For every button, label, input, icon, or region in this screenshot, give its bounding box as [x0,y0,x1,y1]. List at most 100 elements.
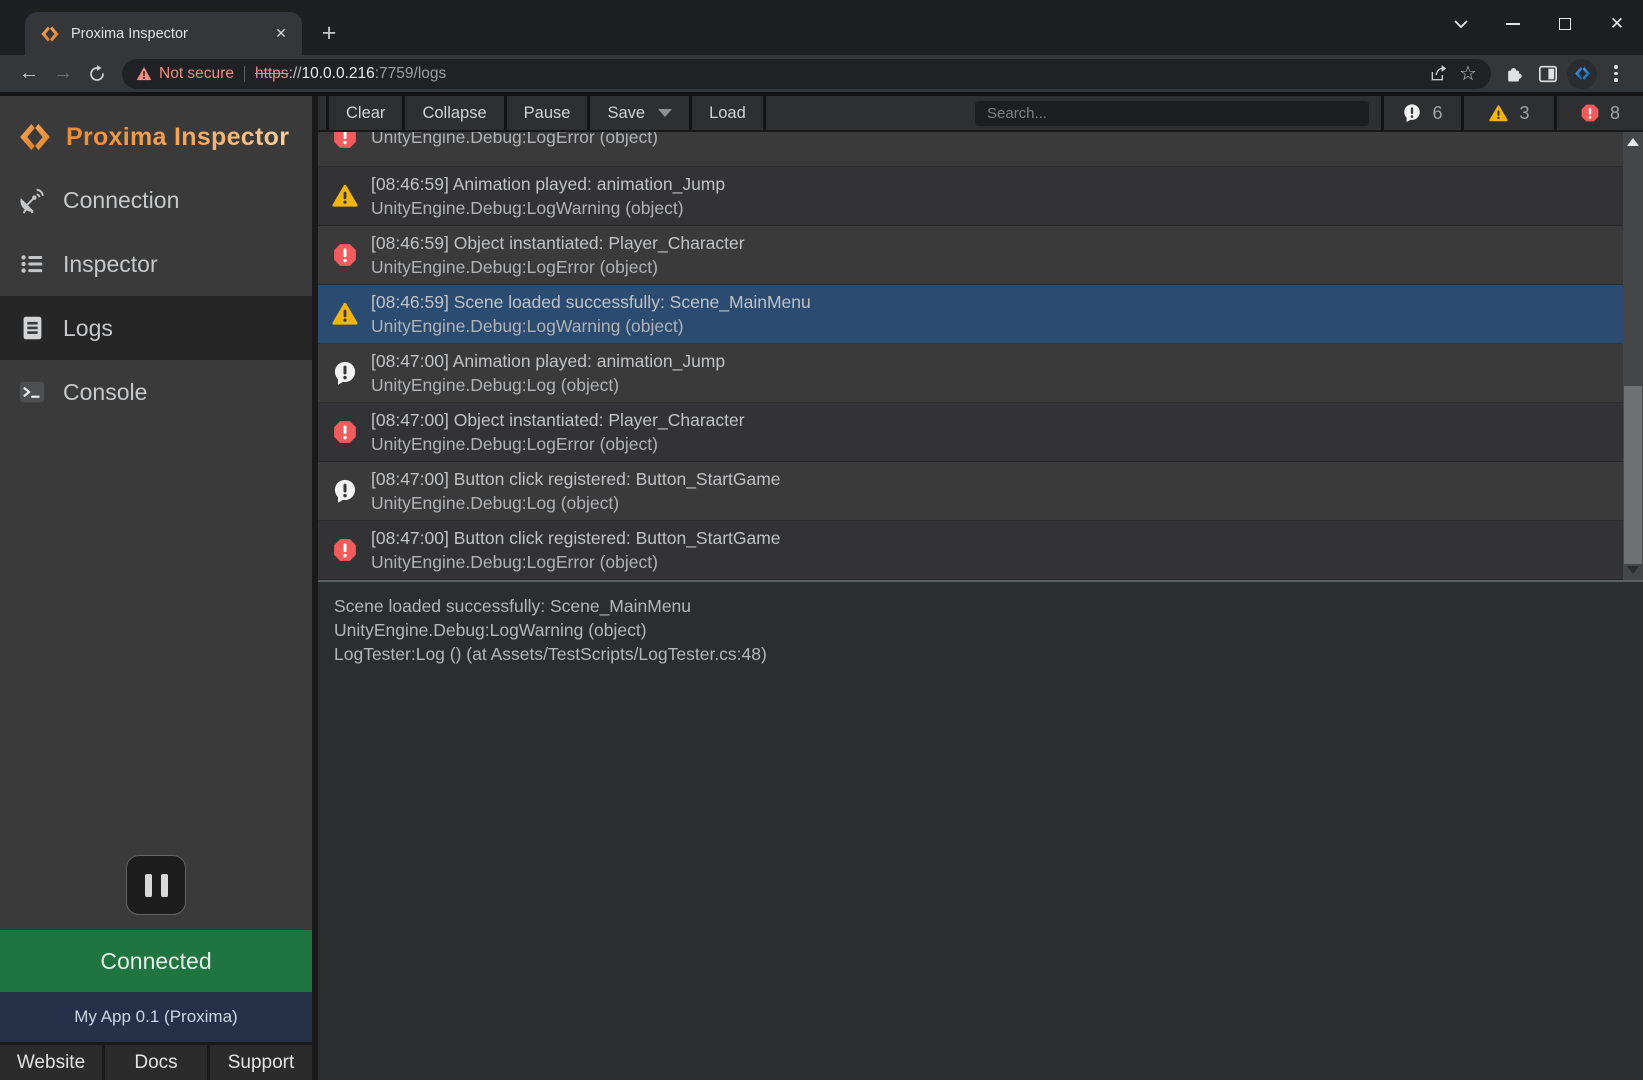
scroll-down-arrow-icon[interactable] [1627,566,1639,574]
log-text: UnityEngine.Debug:LogError (object) [371,132,658,149]
connection-status-badge: Connected [0,930,312,992]
log-message: [08:46:59] Animation played: animation_J… [371,172,725,196]
log-row[interactable]: [08:46:59] Animation played: animation_J… [318,167,1623,226]
scrollbar-thumb[interactable] [1624,386,1642,564]
extensions-button[interactable] [1497,59,1531,89]
error-count: 8 [1610,103,1620,124]
log-stacktrace: UnityEngine.Debug:LogError (object) [371,255,745,279]
not-secure-icon [136,66,152,81]
url-separator: :// [289,65,302,82]
collapse-button[interactable]: Collapse [405,96,503,130]
puzzle-icon [1504,64,1524,84]
sidebar-item-inspector[interactable]: Inspector [0,232,312,296]
detail-line: LogTester:Log () (at Assets/TestScripts/… [334,642,1627,666]
pause-icon [145,874,152,897]
url-host: 10.0.0.216 [301,65,374,82]
info-bubble-icon [332,478,358,504]
search-area [975,96,1381,130]
search-input[interactable] [975,101,1369,126]
reload-button[interactable] [80,59,114,89]
log-row[interactable]: UnityEngine.Debug:LogError (object) [318,132,1623,167]
url-text: https://10.0.0.216:7759/logs [255,65,1423,83]
info-count: 6 [1432,103,1442,124]
back-button[interactable]: ← [12,59,46,89]
minimize-button[interactable] [1487,0,1539,48]
forward-button[interactable]: → [46,59,80,89]
clear-button[interactable]: Clear [329,96,402,130]
sidebar-item-console[interactable]: Console [0,360,312,424]
log-message: [08:47:00] Button click registered: Butt… [371,467,781,491]
load-button[interactable]: Load [692,96,763,130]
detail-line: Scene loaded successfully: Scene_MainMen… [334,594,1627,618]
address-bar: ← → Not secure https://10.0.0.216:7759/l… [0,55,1643,92]
error-octagon-icon [332,419,358,445]
tab-close-icon[interactable]: ✕ [270,23,292,45]
docs-link[interactable]: Docs [105,1045,207,1080]
sidebar-item-label: Logs [63,315,113,342]
logs-page: Clear Collapse Pause Save Load [318,96,1643,1080]
sidebar-item-connection[interactable]: Connection [0,168,312,232]
log-text: [08:47:00] Button click registered: Butt… [371,467,781,515]
support-link[interactable]: Support [210,1045,312,1080]
browser-window: Proxima Inspector ✕ + ✕ ← → [0,0,1643,1080]
warning-triangle-icon [332,183,358,209]
profile-diamond-icon [1573,64,1592,83]
profile-avatar[interactable] [1565,59,1599,89]
document-icon [17,313,47,343]
pause-logs-button[interactable]: Pause [507,96,588,130]
log-stacktrace: UnityEngine.Debug:Log (object) [371,373,725,397]
info-count-filter[interactable]: 6 [1384,96,1461,130]
log-message: [08:46:59] Object instantiated: Player_C… [371,231,745,255]
website-link[interactable]: Website [0,1045,102,1080]
reload-icon [88,65,106,83]
log-row[interactable]: [08:46:59] Object instantiated: Player_C… [318,226,1623,285]
log-stacktrace: UnityEngine.Debug:LogWarning (object) [371,196,725,220]
kebab-menu-icon [1614,65,1618,82]
log-row[interactable]: [08:46:59] Scene loaded successfully: Sc… [318,285,1623,344]
log-stacktrace: UnityEngine.Debug:Log (object) [371,491,781,515]
close-window-button[interactable]: ✕ [1591,0,1643,48]
log-scrollbar[interactable] [1623,132,1643,580]
log-stacktrace: UnityEngine.Debug:LogError (object) [371,432,745,456]
pause-stream-button[interactable] [126,855,186,915]
side-panel-button[interactable] [1531,59,1565,89]
new-tab-button[interactable]: + [313,17,345,49]
sidebar-spacer [0,424,312,855]
log-message: [08:47:00] Button click registered: Butt… [371,526,781,550]
warning-count-filter[interactable]: 3 [1464,96,1554,130]
save-button[interactable]: Save [590,96,689,130]
sidebar-item-label: Connection [63,187,179,214]
log-message: [08:47:00] Animation played: animation_J… [371,349,725,373]
log-text: [08:46:59] Animation played: animation_J… [371,172,725,220]
avatar [1567,59,1597,89]
side-panel-icon [1538,65,1558,83]
log-row[interactable]: [08:47:00] Button click registered: Butt… [318,462,1623,521]
url-path: :7759/logs [375,65,447,82]
log-row[interactable]: [08:47:00] Object instantiated: Player_C… [318,403,1623,462]
window-controls: ✕ [1435,0,1643,48]
share-button[interactable] [1423,60,1453,88]
omnibox-divider [244,66,245,82]
error-octagon-icon [1580,103,1600,123]
error-count-filter[interactable]: 8 [1557,96,1643,130]
bookmark-star-button[interactable]: ☆ [1453,60,1483,88]
save-dropdown-caret-icon[interactable] [658,109,672,117]
error-octagon-icon [332,537,358,563]
proxima-logo-icon [16,118,54,156]
log-row[interactable]: [08:47:00] Button click registered: Butt… [318,521,1623,580]
tab-search-chevron-icon[interactable] [1435,0,1487,48]
not-secure-label[interactable]: Not secure [159,65,234,83]
error-octagon-icon [332,242,358,268]
maximize-button[interactable] [1539,0,1591,48]
app-logo: Proxima Inspector [0,106,312,168]
log-message: [08:47:00] Object instantiated: Player_C… [371,408,745,432]
log-row[interactable]: [08:47:00] Animation played: animation_J… [318,344,1623,403]
scroll-up-arrow-icon[interactable] [1627,138,1639,146]
maximize-icon [1559,18,1571,30]
omnibox[interactable]: Not secure https://10.0.0.216:7759/logs … [122,59,1491,89]
log-detail-pane: Scene loaded successfully: Scene_MainMen… [318,582,1643,1080]
browser-tab[interactable]: Proxima Inspector ✕ [25,12,302,55]
sidebar-item-logs[interactable]: Logs [0,296,312,360]
sidebar: Proxima Inspector Connection [0,96,312,1080]
browser-menu-button[interactable] [1599,59,1633,89]
